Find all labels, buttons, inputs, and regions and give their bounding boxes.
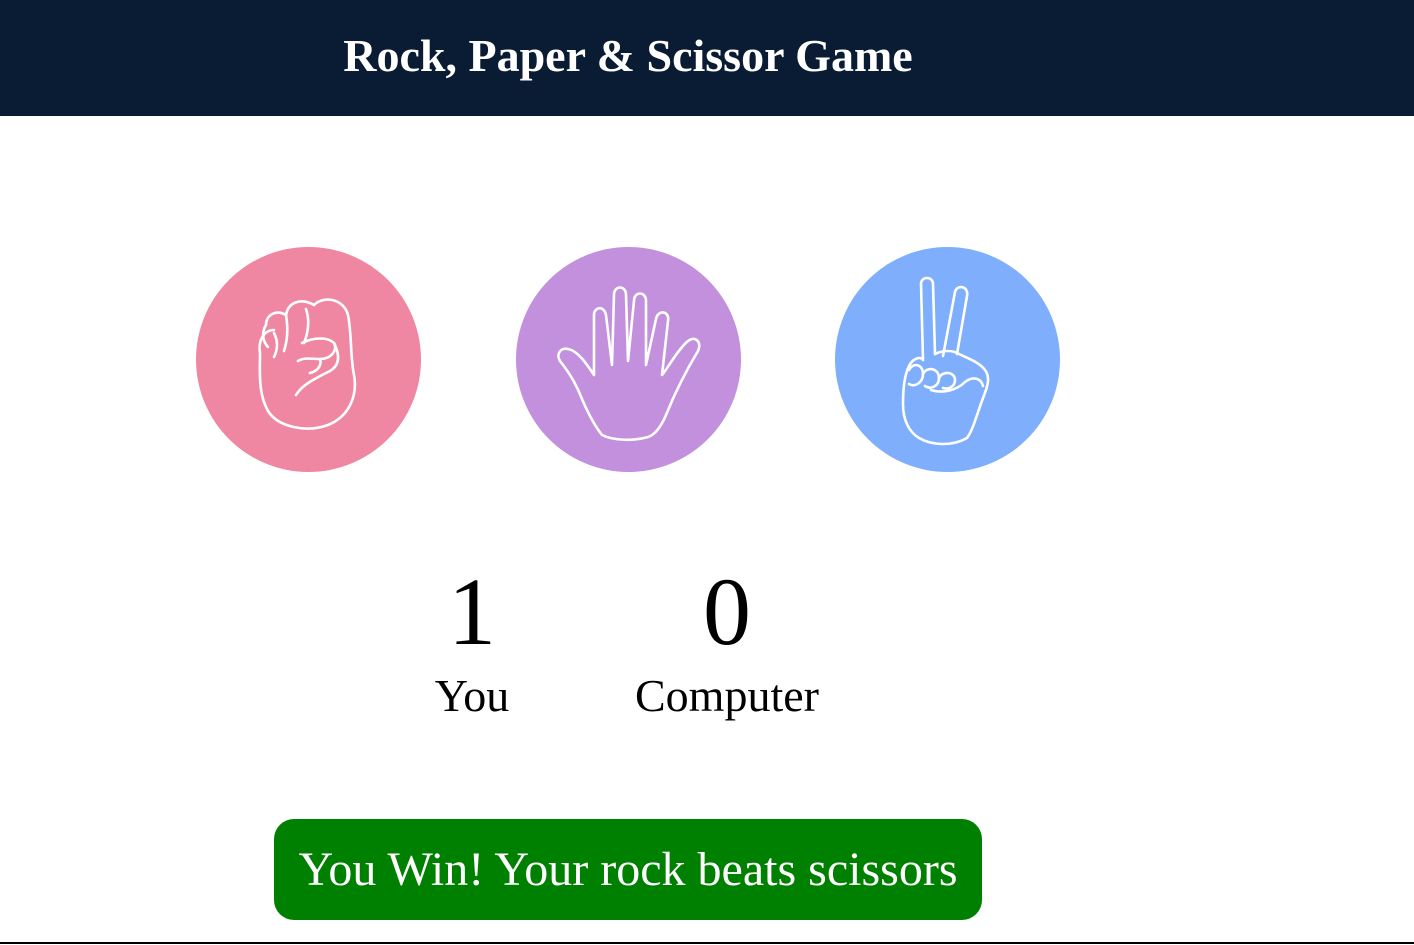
user-score-label: You	[434, 670, 510, 721]
computer-score-block: 0 Computer	[617, 562, 837, 722]
scissors-choice-button[interactable]	[835, 247, 1060, 472]
result-message: You Win! Your rock beats scissors	[274, 819, 982, 920]
paper-hand-icon	[556, 285, 701, 441]
paper-choice-button[interactable]	[516, 247, 741, 472]
computer-score-label: Computer	[635, 670, 819, 721]
computer-score-value: 0	[703, 558, 751, 665]
rock-fist-icon	[257, 297, 356, 430]
page-title: Rock, Paper & Scissor Game	[343, 30, 913, 81]
scissors-hand-icon	[901, 276, 989, 445]
user-score-block: 1 You	[412, 562, 532, 722]
header-bar: Rock, Paper & Scissor Game	[0, 0, 1414, 116]
user-score-value: 1	[448, 558, 496, 665]
rock-choice-button[interactable]	[196, 247, 421, 472]
bottom-divider	[0, 942, 1414, 944]
